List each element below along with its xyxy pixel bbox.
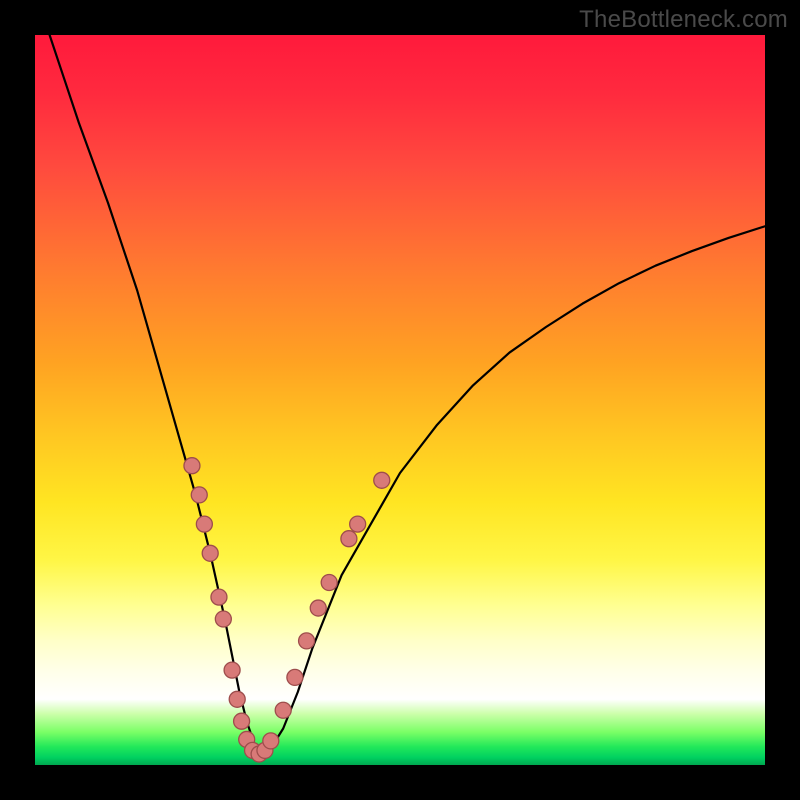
curve-bead <box>287 669 303 685</box>
bead-group <box>184 458 390 762</box>
chart-container: TheBottleneck.com <box>0 0 800 800</box>
curve-bead <box>350 516 366 532</box>
curve-bead <box>215 611 231 627</box>
curve-bead <box>184 458 200 474</box>
curve-bead <box>299 633 315 649</box>
curve-bead <box>341 531 357 547</box>
bottleneck-curve <box>50 35 765 754</box>
curve-bead <box>191 487 207 503</box>
plot-area <box>35 35 765 765</box>
curve-bead <box>321 575 337 591</box>
curve-svg <box>35 35 765 765</box>
curve-bead <box>229 691 245 707</box>
curve-bead <box>202 545 218 561</box>
curve-bead <box>275 702 291 718</box>
curve-bead <box>224 662 240 678</box>
curve-bead <box>196 516 212 532</box>
curve-bead <box>374 472 390 488</box>
curve-bead <box>211 589 227 605</box>
curve-bead <box>263 733 279 749</box>
curve-bead <box>234 713 250 729</box>
curve-bead <box>310 600 326 616</box>
watermark-text: TheBottleneck.com <box>579 6 788 34</box>
